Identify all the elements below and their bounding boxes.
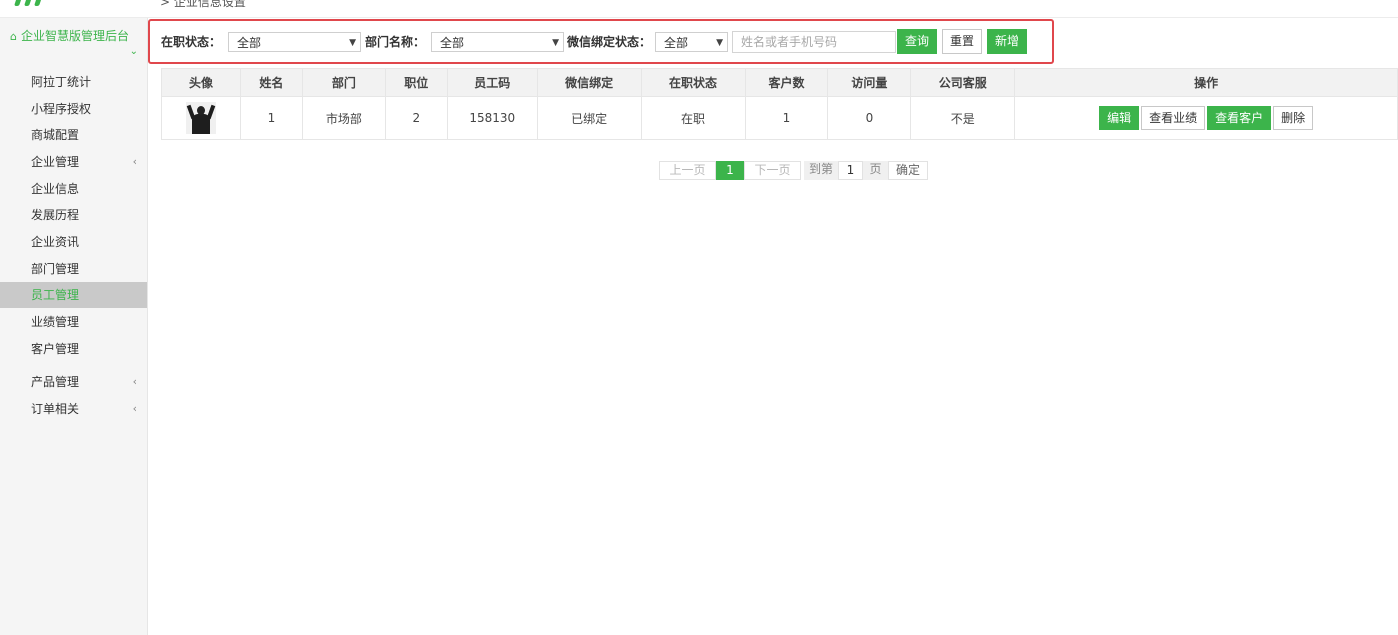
column-header: 部门: [301, 68, 386, 97]
sidebar-item-label: 客户管理: [31, 342, 80, 356]
sidebar-item-label: 小程序授权: [31, 102, 92, 116]
sidebar-item-aladdin-stats[interactable]: 阿拉丁统计: [0, 69, 147, 95]
dept-select-value: 全部: [440, 36, 465, 50]
column-header: 姓名: [239, 68, 303, 97]
cell-wechat: 已绑定: [536, 96, 642, 140]
column-header: 操作: [1014, 68, 1398, 97]
sidebar-item-performance-mgmt[interactable]: 业绩管理: [0, 309, 147, 335]
sidebar-item-label: 订单相关: [31, 402, 80, 416]
column-header: 微信绑定: [536, 68, 642, 97]
cell-actions: 编辑 查看业绩 查看客户 删除: [1014, 96, 1398, 140]
sidebar-item-label: 商城配置: [31, 128, 80, 142]
table-row: 1 市场部 2 158130 已绑定 在职 1 0 不是 编辑 查看业绩 查看客户删…: [161, 96, 1398, 140]
page-number-input[interactable]: 1: [838, 161, 863, 180]
avatar: [185, 102, 216, 134]
add-button[interactable]: 新增: [987, 29, 1028, 54]
sidebar-item-miniprogram-auth[interactable]: 小程序授权: [0, 96, 147, 122]
column-header: 访问量: [827, 68, 912, 97]
search-input[interactable]: [732, 31, 896, 53]
sidebar-item-history[interactable]: 发展历程: [0, 202, 147, 228]
column-header: 头像: [161, 68, 241, 97]
column-header: 公司客服: [910, 68, 1016, 97]
sidebar-item-mall-config[interactable]: 商城配置: [0, 122, 147, 148]
reset-button[interactable]: 重置: [942, 29, 983, 54]
edit-button[interactable]: 编辑: [1099, 106, 1140, 130]
status-select[interactable]: 全部 ▼: [228, 32, 361, 52]
home-icon: ⌂: [10, 30, 17, 43]
cell-dept: 市场部: [301, 96, 386, 140]
wechat-filter-label: 微信绑定状态：: [567, 35, 652, 49]
table-header-row: 头像 姓名 部门 职位 员工码 微信绑定 在职状态 客户数 访问量 公司客服 操…: [161, 68, 1398, 97]
sidebar-title[interactable]: ⌂ 企业智慧版管理后台 ⌄: [10, 28, 140, 57]
view-customers-button[interactable]: 查看客户: [1207, 106, 1272, 130]
cell-status: 在职: [640, 96, 746, 140]
column-header: 职位: [384, 68, 448, 97]
avatar-cell: [161, 96, 241, 140]
top-bar: > 企业信息设置: [0, 0, 1398, 18]
column-header: 客户数: [744, 68, 829, 97]
chevron-left-icon: ‹: [132, 155, 137, 168]
caret-down-icon: ▼: [716, 38, 723, 48]
logo: [14, 0, 50, 6]
chevron-down-icon: ⌄: [129, 46, 138, 57]
sidebar-title-text: 企业智慧版管理后台: [20, 29, 129, 43]
sidebar-item-label: 阿拉丁统计: [31, 75, 92, 89]
status-select-value: 全部: [237, 36, 262, 50]
cell-service: 不是: [910, 96, 1016, 140]
cell-code: 158130: [446, 96, 538, 140]
breadcrumb: > 企业信息设置: [160, 0, 246, 9]
cell-visits: 0: [827, 96, 912, 140]
status-filter-label: 在职状态：: [161, 35, 222, 49]
sidebar-item-label: 产品管理: [31, 375, 80, 389]
wechat-select[interactable]: 全部 ▼: [655, 32, 728, 52]
sidebar-item-enterprise-info[interactable]: 企业信息: [0, 176, 147, 202]
sidebar-item-orders[interactable]: 订单相关 ‹: [0, 396, 147, 422]
sidebar-item-label: 部门管理: [31, 262, 80, 276]
sidebar-item-customer-mgmt[interactable]: 客户管理: [0, 336, 147, 362]
column-header: 员工码: [446, 68, 538, 97]
page-unit-label: 页: [863, 161, 888, 180]
dept-select[interactable]: 全部 ▼: [431, 32, 564, 52]
prev-page-button[interactable]: 上一页: [659, 161, 716, 180]
dept-filter-label: 部门名称：: [365, 35, 426, 49]
confirm-page-button[interactable]: 确定: [888, 161, 928, 180]
query-button[interactable]: 查询: [897, 29, 938, 54]
filter-bar: 在职状态： 全部 ▼ 部门名称： 全部 ▼ 微信绑定状态： 全部 ▼ 查询 重置…: [148, 19, 1054, 64]
caret-down-icon: ▼: [349, 38, 356, 48]
cell-customers: 1: [744, 96, 829, 140]
chevron-left-icon: ‹: [132, 375, 137, 388]
staff-table: 头像 姓名 部门 职位 员工码 微信绑定 在职状态 客户数 访问量 公司客服 操…: [161, 68, 1398, 140]
view-performance-button[interactable]: 查看业绩: [1141, 106, 1206, 130]
cell-name: 1: [239, 96, 303, 140]
sidebar: ⌂ 企业智慧版管理后台 ⌄ 阿拉丁统计 小程序授权 商城配置 企业管理 ‹ 企业信息…: [0, 18, 148, 635]
next-page-button[interactable]: 下一页: [744, 161, 801, 180]
sidebar-item-product-mgmt[interactable]: 产品管理 ‹: [0, 369, 147, 395]
sidebar-item-news[interactable]: 企业资讯: [0, 229, 147, 255]
caret-down-icon: ▼: [552, 38, 559, 48]
sidebar-item-label: 发展历程: [31, 208, 80, 222]
sidebar-item-label: 企业管理: [31, 155, 80, 169]
sidebar-item-label: 企业资讯: [31, 235, 80, 249]
sidebar-item-label: 企业信息: [31, 182, 80, 196]
sidebar-item-label: 业绩管理: [31, 315, 80, 329]
sidebar-item-label: 员工管理: [31, 288, 80, 302]
goto-label: 到第: [804, 161, 838, 180]
sidebar-item-dept-mgmt[interactable]: 部门管理: [0, 256, 147, 282]
page-1-button[interactable]: 1: [716, 161, 744, 180]
wechat-select-value: 全部: [664, 36, 689, 50]
cell-position: 2: [384, 96, 448, 140]
sidebar-item-staff-mgmt[interactable]: 员工管理: [0, 282, 147, 308]
sidebar-item-enterprise-mgmt[interactable]: 企业管理 ‹: [0, 149, 147, 175]
column-header: 在职状态: [640, 68, 746, 97]
chevron-left-icon: ‹: [132, 402, 137, 415]
delete-button[interactable]: 删除: [1273, 106, 1314, 130]
